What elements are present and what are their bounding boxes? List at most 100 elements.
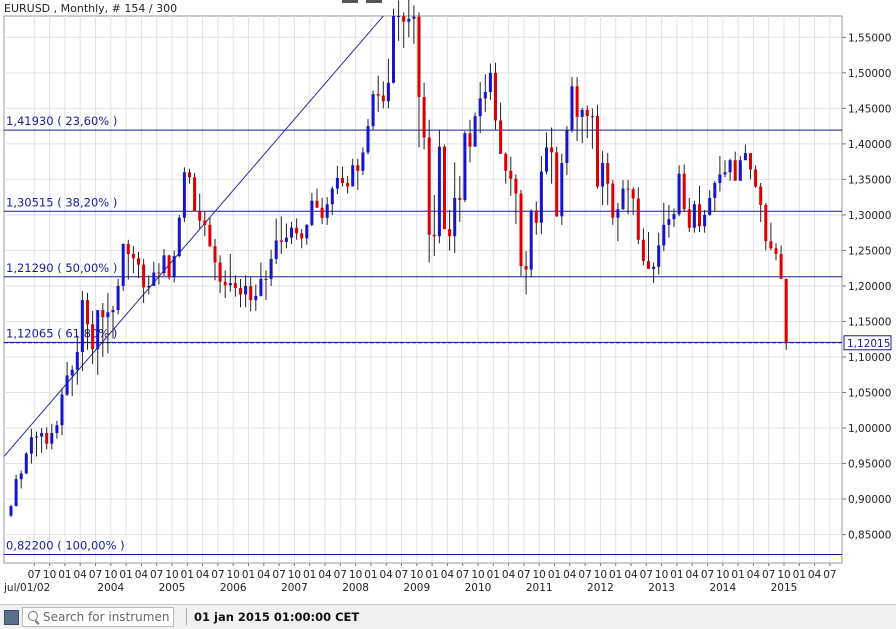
candle-body (616, 209, 620, 218)
x-month-label: 01 (487, 569, 500, 581)
candle-body (356, 165, 360, 171)
x-month-label: 07 (456, 569, 469, 581)
candle-body (514, 178, 518, 194)
time-axis[interactable]: 07 10 01 04 07 10 01 04 07 10 01 04 07 10 01 04 07 10 01 04… (3, 563, 837, 594)
candle-body (749, 153, 752, 170)
search-box[interactable] (22, 607, 174, 627)
candle-body (519, 193, 523, 267)
candle-body (86, 300, 89, 325)
candle-body (60, 394, 64, 426)
candle-body (606, 163, 610, 184)
candle (193, 172, 197, 212)
handle-right-icon[interactable] (366, 0, 382, 3)
candle-body (223, 281, 227, 286)
candle-body (126, 244, 130, 254)
candle-body (652, 266, 656, 269)
x-year-label: 2006 (220, 582, 247, 594)
candle-body (585, 109, 589, 117)
fib-level-label: 1,12065 ( 61,80% ) (6, 326, 117, 340)
x-month-label: 04 (502, 569, 516, 581)
candle (177, 214, 181, 258)
fib-level-label: 1,41930 ( 23,60% ) (6, 114, 117, 128)
candle (14, 474, 18, 507)
candle-body (35, 436, 38, 438)
candle-body (131, 253, 135, 259)
candle-body (718, 174, 722, 183)
candle-body (733, 160, 737, 181)
candle-body (182, 172, 186, 218)
candle (529, 209, 533, 278)
y-tick-label: 1,35000 (848, 174, 891, 186)
candle-body (101, 310, 105, 318)
candle-body (9, 506, 13, 516)
candle-body (545, 147, 548, 172)
candle-body (504, 153, 508, 171)
candle-body (361, 152, 365, 171)
candle-body (376, 94, 380, 96)
candle-body (560, 163, 564, 217)
y-tick-label: 1,10000 (848, 352, 891, 364)
y-tick-label: 0,85000 (848, 530, 891, 542)
x-month-label: 04 (196, 569, 210, 581)
candle-body (453, 197, 457, 237)
candle-body (407, 18, 411, 22)
candle-body (759, 186, 763, 205)
candle-body (366, 126, 370, 153)
candle-body (203, 220, 207, 225)
candle (494, 62, 497, 130)
candle-body (499, 120, 503, 154)
x-month-label: 07 (28, 569, 41, 581)
x-month-label: 01 (793, 569, 806, 581)
candle-body (728, 160, 732, 173)
x-month-label: 04 (624, 569, 638, 581)
candle-body (213, 246, 217, 263)
candle-body (698, 204, 701, 227)
handle-left-icon[interactable] (342, 0, 358, 3)
candle-body (157, 272, 161, 274)
x-month-label: 01 (242, 569, 255, 581)
x-month-label: 10 (777, 569, 790, 581)
status-divider (186, 608, 187, 625)
candle (596, 104, 599, 189)
candle-body (325, 204, 329, 218)
pane-handles[interactable] (342, 0, 386, 3)
price-chart[interactable]: 1,41930 ( 23,60% ) 1,30515 ( 38,20% ) 1,21… (0, 0, 896, 628)
candle-body (692, 204, 696, 228)
candle-body (315, 200, 319, 208)
fib-level-label: 1,21290 ( 50,00% ) (6, 261, 117, 275)
y-tick-label: 1,45000 (848, 103, 891, 115)
y-tick-label: 1,20000 (848, 281, 891, 293)
candle-body (672, 214, 676, 220)
status-timestamp: 01 jan 2015 01:00:00 CET (194, 610, 360, 624)
x-month-label: 07 (272, 569, 285, 581)
candle-body (330, 188, 334, 205)
x-month-label: 01 (609, 569, 622, 581)
x-year-label: 2014 (709, 582, 736, 594)
y-tick-label: 1,15000 (848, 316, 891, 328)
candle-body (657, 245, 661, 267)
x-month-label: 10 (655, 569, 668, 581)
candle-body (779, 253, 783, 279)
candle-body (65, 375, 69, 395)
price-axis[interactable]: 0,85000 0,90000 0,95000 1,00000 1,05000 1,100… (842, 32, 891, 542)
candle-body (590, 116, 594, 118)
current-price-tag: 1,12015 (843, 335, 892, 351)
x-year-label: 2009 (403, 582, 430, 594)
instrument-icon[interactable] (4, 610, 19, 625)
candle (121, 243, 125, 291)
x-month-label: 07 (578, 569, 591, 581)
candle-body (667, 219, 671, 225)
candle-body (580, 109, 584, 117)
candle-body (346, 182, 350, 187)
candle-body (341, 177, 344, 183)
candle-body (188, 172, 191, 178)
candle-body (437, 146, 441, 237)
candle-body (524, 266, 528, 270)
x-month-label: 01 (364, 569, 377, 581)
candle-body (147, 285, 151, 288)
x-month-label: 07 (211, 569, 224, 581)
candle (182, 167, 186, 223)
search-input[interactable] (43, 609, 169, 624)
candle-body (392, 16, 395, 83)
candle-body (483, 92, 487, 99)
